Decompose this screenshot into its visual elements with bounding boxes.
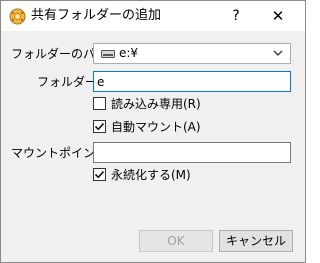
auto-mount-label: 自動マウント(A) <box>111 120 201 134</box>
virtualbox-app-icon <box>9 8 26 25</box>
cancel-button[interactable]: キャンセル <box>219 230 293 252</box>
ok-button[interactable]: OK <box>139 230 213 252</box>
folder-name-input[interactable] <box>93 71 291 92</box>
help-button[interactable]: ? <box>229 6 243 26</box>
read-only-checkbox[interactable] <box>93 97 106 110</box>
close-button[interactable]: ✕ <box>263 6 293 26</box>
read-only-label: 読み込み専用(R) <box>111 97 201 111</box>
auto-mount-checkbox[interactable] <box>93 120 106 133</box>
mount-point-input[interactable] <box>93 142 291 163</box>
folder-path-value: e:¥ <box>119 46 139 60</box>
window-title: 共有フォルダーの追加 <box>31 8 162 23</box>
folder-path-select[interactable]: e:¥ <box>93 43 291 64</box>
add-shared-folder-dialog: 共有フォルダーの追加 ? ✕ フォルダーのパス: e:¥ フォルダー名: 読み込… <box>0 0 306 263</box>
drive-icon <box>101 50 115 58</box>
permanent-label: 永続化する(M) <box>111 168 191 182</box>
title-bar: 共有フォルダーの追加 ? ✕ <box>1 1 305 31</box>
check-icon <box>94 170 105 179</box>
permanent-checkbox[interactable] <box>93 168 106 181</box>
chevron-down-icon[interactable] <box>272 47 284 59</box>
check-icon <box>94 122 105 131</box>
